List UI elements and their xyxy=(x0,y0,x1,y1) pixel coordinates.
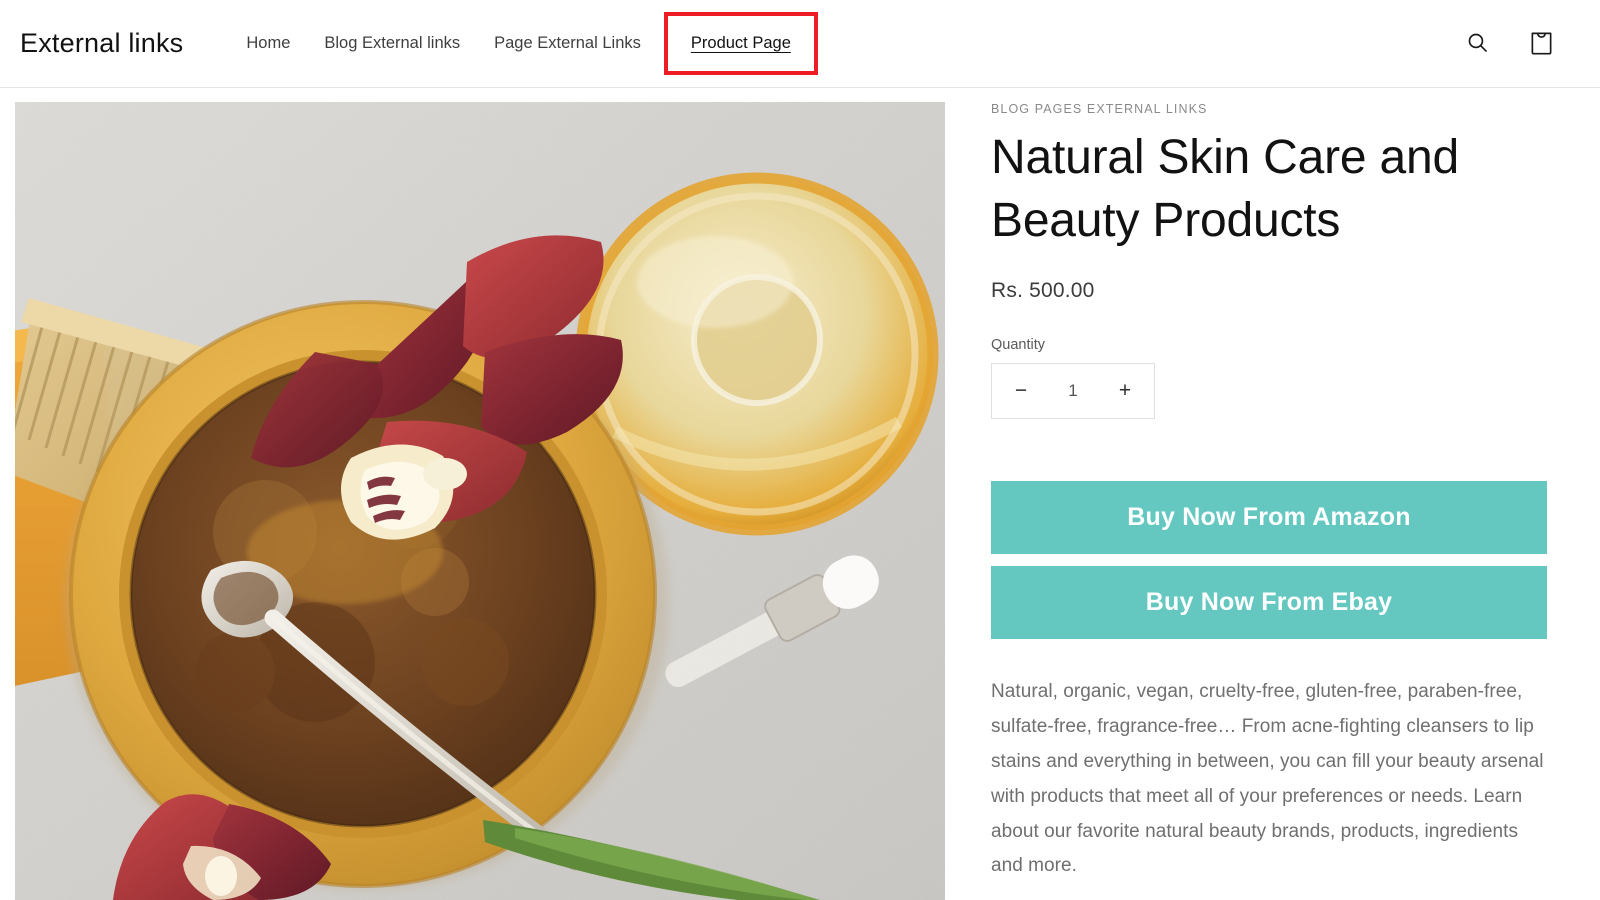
nav-item-blog-external-links[interactable]: Blog External links xyxy=(307,25,477,62)
product-description: Natural, organic, vegan, cruelty-free, g… xyxy=(991,680,1544,877)
product-photo-illustration xyxy=(15,102,945,900)
site-brand[interactable]: External links xyxy=(20,28,183,59)
quantity-label: Quantity xyxy=(991,336,1045,353)
search-icon xyxy=(1465,30,1490,58)
product-image[interactable] xyxy=(15,102,945,900)
site-header: External links Home Blog External links … xyxy=(0,0,1600,88)
search-button[interactable] xyxy=(1460,27,1494,61)
header-actions xyxy=(1460,27,1576,61)
quantity-input[interactable] xyxy=(1053,380,1093,401)
quantity-stepper[interactable]: − + xyxy=(991,362,1155,419)
buy-now-from-amazon-button[interactable]: Buy Now From Amazon xyxy=(991,480,1547,554)
cart-button[interactable] xyxy=(1524,27,1558,61)
nav-item-page-external-links[interactable]: Page External Links xyxy=(477,25,658,62)
nav-item-product-page[interactable]: Product Page xyxy=(674,25,808,62)
page-title: Natural Skin Care and Beauty Products xyxy=(991,131,1460,248)
product-info: BLOG PAGES EXTERNAL LINKS Natural Skin C… xyxy=(945,102,1600,884)
quantity-increase-button[interactable]: + xyxy=(1113,379,1137,403)
main-navigation: Home Blog External links Page External L… xyxy=(229,11,818,76)
product-price: Rs. 500.00 xyxy=(991,278,1095,302)
buy-now-from-ebay-button[interactable]: Buy Now From Ebay xyxy=(991,565,1547,639)
breadcrumb: BLOG PAGES EXTERNAL LINKS xyxy=(991,102,1208,116)
product-page-main: BLOG PAGES EXTERNAL LINKS Natural Skin C… xyxy=(0,88,1600,900)
nav-item-product-page-highlight: Product Page xyxy=(663,11,818,76)
shopping-bag-icon xyxy=(1529,29,1554,59)
quantity-decrease-button[interactable]: − xyxy=(1009,379,1033,403)
nav-item-home[interactable]: Home xyxy=(229,25,307,62)
